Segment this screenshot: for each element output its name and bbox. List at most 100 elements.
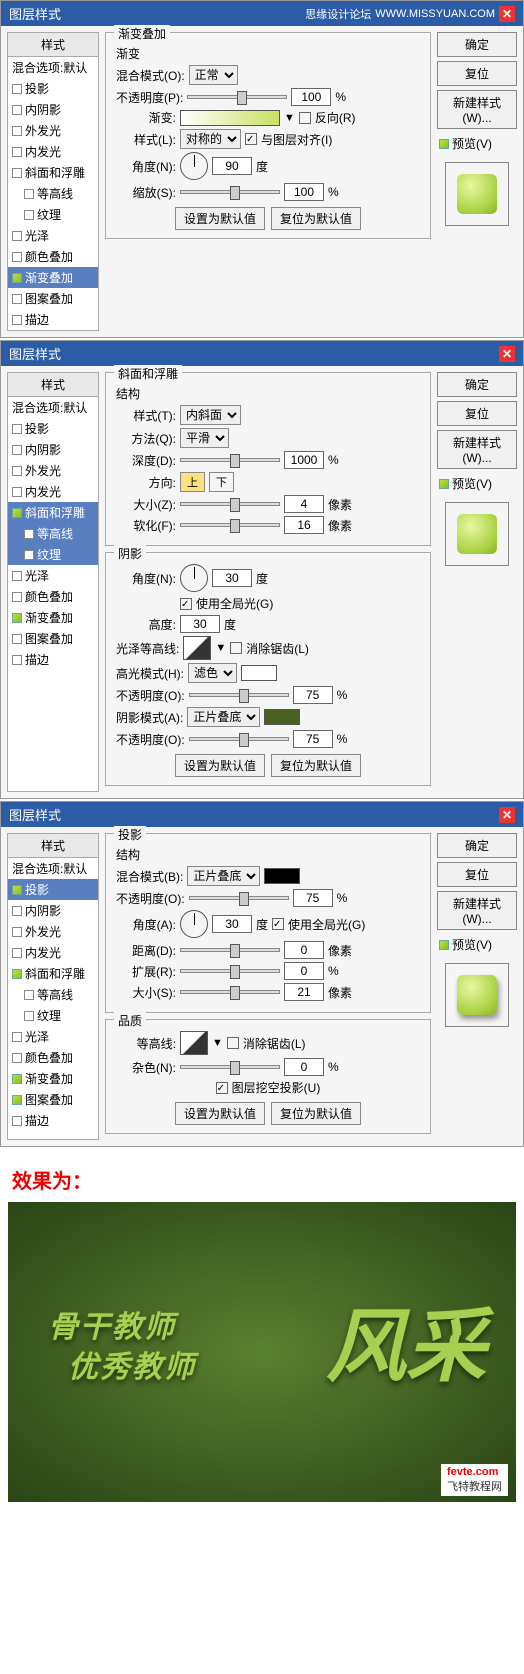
checkbox-icon[interactable] [12,613,22,623]
make-default-button[interactable]: 设置为默认值 [175,754,265,777]
ok-button[interactable]: 确定 [437,833,517,858]
checkbox-icon[interactable] [24,189,34,199]
checkbox-icon[interactable] [12,592,22,602]
checkbox-icon[interactable] [12,906,22,916]
checkbox-icon[interactable] [12,1095,22,1105]
hl-opacity-input[interactable] [293,686,333,704]
shadow-color[interactable] [264,709,300,725]
sidebar-item[interactable]: 渐变叠加 [8,1068,98,1089]
ok-button[interactable]: 确定 [437,372,517,397]
size-slider[interactable] [180,990,280,994]
checkbox-icon[interactable] [12,445,22,455]
sidebar-item[interactable]: 光泽 [8,225,98,246]
soften-input[interactable] [284,516,324,534]
sidebar-item[interactable]: 描边 [8,309,98,330]
gradient-picker[interactable] [180,110,280,126]
sidebar-item[interactable]: 等高线 [8,523,98,544]
sh-opacity-slider[interactable] [189,737,289,741]
sidebar-item[interactable]: 内阴影 [8,99,98,120]
preview-checkbox[interactable] [439,940,449,950]
blend-mode-select[interactable]: 正常 [189,65,238,85]
checkbox-icon[interactable] [12,1074,22,1084]
spread-input[interactable] [284,962,324,980]
new-style-button[interactable]: 新建样式(W)... [437,430,517,469]
checkbox-icon[interactable] [24,550,34,560]
checkbox-icon[interactable] [12,126,22,136]
sidebar-item[interactable]: 内阴影 [8,439,98,460]
sidebar-item[interactable]: 颜色叠加 [8,246,98,267]
checkbox-icon[interactable] [12,315,22,325]
depth-slider[interactable] [180,458,280,462]
contour-picker[interactable] [180,1031,208,1055]
sidebar-item[interactable]: 颜色叠加 [8,1047,98,1068]
angle-dial[interactable] [180,564,208,592]
scale-input[interactable] [284,183,324,201]
sidebar-item[interactable]: 内发光 [8,942,98,963]
sidebar-item[interactable]: 斜面和浮雕 [8,162,98,183]
sidebar-item[interactable]: 内发光 [8,481,98,502]
bevel-style-select[interactable]: 内斜面 [180,405,241,425]
sidebar-item[interactable]: 图案叠加 [8,288,98,309]
distance-input[interactable] [284,941,324,959]
opacity-input[interactable] [293,889,333,907]
sidebar-item[interactable]: 描边 [8,1110,98,1131]
direction-up[interactable]: 上 [180,472,205,492]
checkbox-icon[interactable] [12,147,22,157]
global-light-checkbox[interactable] [272,918,284,930]
checkbox-icon[interactable] [12,969,22,979]
sh-opacity-input[interactable] [293,730,333,748]
checkbox-icon[interactable] [12,1053,22,1063]
size-input[interactable] [284,983,324,1001]
sidebar-item[interactable]: 外发光 [8,460,98,481]
preview-checkbox[interactable] [439,139,449,149]
sidebar-item[interactable]: 投影 [8,418,98,439]
angle-input[interactable] [212,569,252,587]
sidebar-item[interactable]: 外发光 [8,120,98,141]
checkbox-icon[interactable] [12,571,22,581]
soften-slider[interactable] [180,523,280,527]
antialias-checkbox[interactable] [227,1037,239,1049]
checkbox-icon[interactable] [12,634,22,644]
noise-slider[interactable] [180,1065,280,1069]
sidebar-item[interactable]: 内发光 [8,141,98,162]
sidebar-blending[interactable]: 混合选项:默认 [8,397,98,418]
distance-slider[interactable] [180,948,280,952]
make-default-button[interactable]: 设置为默认值 [175,1102,265,1125]
angle-dial[interactable] [180,152,208,180]
sidebar-item[interactable]: 等高线 [8,183,98,204]
checkbox-icon[interactable] [12,105,22,115]
sidebar-item[interactable]: 纹理 [8,204,98,225]
sidebar-item[interactable]: 光泽 [8,565,98,586]
close-icon[interactable]: ✕ [499,6,515,22]
shadow-mode-select[interactable]: 正片叠底 [187,707,260,727]
checkbox-icon[interactable] [12,273,22,283]
sidebar-item[interactable]: 颜色叠加 [8,586,98,607]
angle-input[interactable] [212,915,252,933]
direction-down[interactable]: 下 [209,472,234,492]
close-icon[interactable]: ✕ [499,807,515,823]
checkbox-icon[interactable] [24,529,34,539]
checkbox-icon[interactable] [12,294,22,304]
opacity-slider[interactable] [187,95,287,99]
depth-input[interactable] [284,451,324,469]
sidebar-item[interactable]: 纹理 [8,544,98,565]
gloss-contour[interactable] [183,636,211,660]
new-style-button[interactable]: 新建样式(W)... [437,90,517,129]
reset-default-button[interactable]: 复位为默认值 [271,754,361,777]
checkbox-icon[interactable] [24,210,34,220]
checkbox-icon[interactable] [12,508,22,518]
make-default-button[interactable]: 设置为默认值 [175,207,265,230]
checkbox-icon[interactable] [12,1032,22,1042]
global-light-checkbox[interactable] [180,598,192,610]
checkbox-icon[interactable] [12,927,22,937]
cancel-button[interactable]: 复位 [437,862,517,887]
sidebar-item[interactable]: 描边 [8,649,98,670]
size-slider[interactable] [180,502,280,506]
ok-button[interactable]: 确定 [437,32,517,57]
checkbox-icon[interactable] [12,466,22,476]
cancel-button[interactable]: 复位 [437,61,517,86]
angle-input[interactable] [212,157,252,175]
sidebar-item[interactable]: 外发光 [8,921,98,942]
checkbox-icon[interactable] [12,487,22,497]
spread-slider[interactable] [180,969,280,973]
